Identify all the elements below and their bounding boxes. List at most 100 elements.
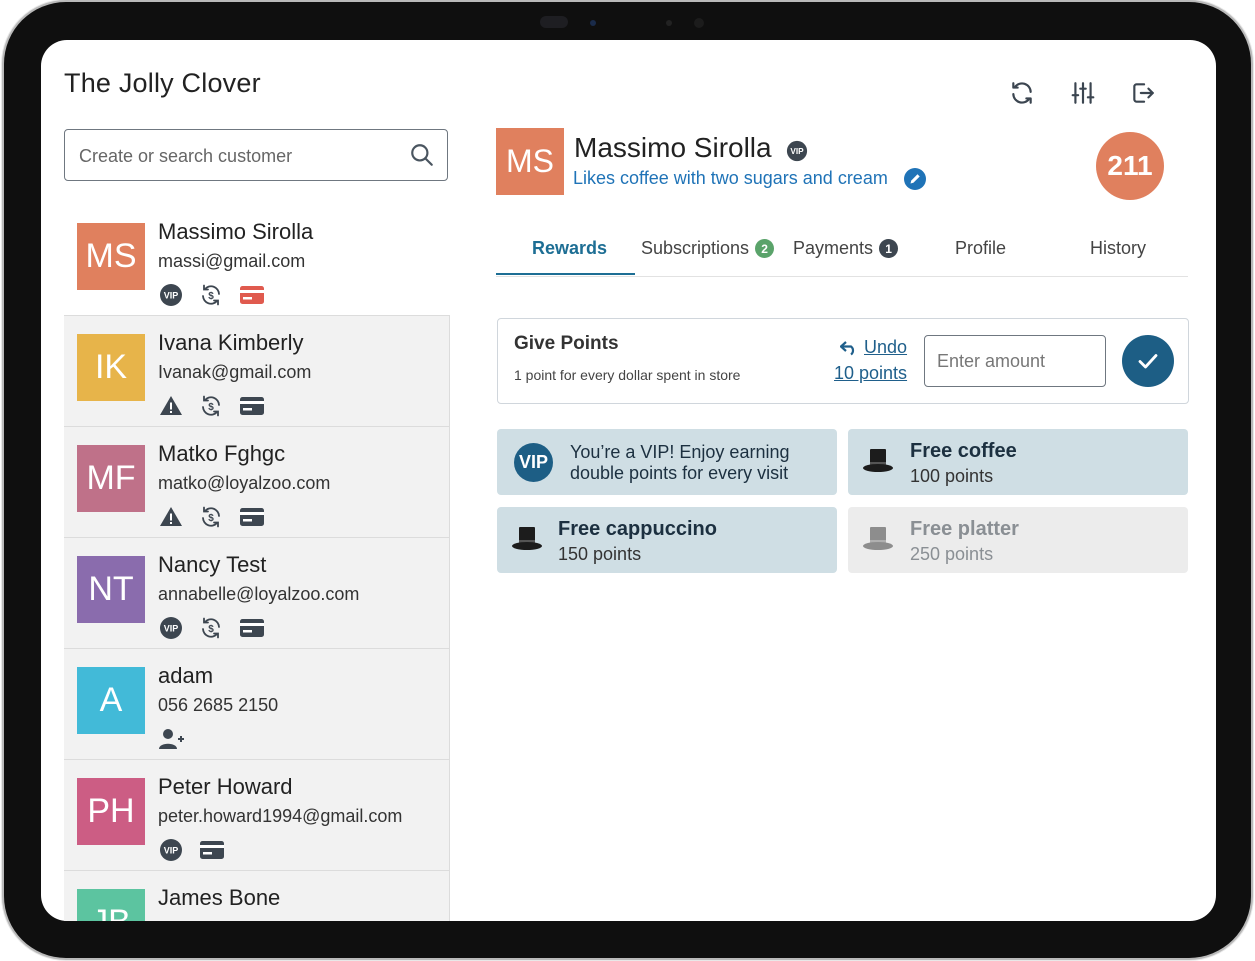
give-points-subtitle: 1 point for every dollar spent in store: [514, 367, 741, 383]
avatar: MF: [77, 445, 145, 512]
payment-card-warning-icon: [240, 286, 264, 304]
avatar: NT: [77, 556, 145, 623]
points-balance-badge: 211: [1096, 132, 1164, 200]
sliders-icon[interactable]: [1070, 80, 1096, 106]
warning-icon: [160, 396, 182, 415]
subscription-icon: $: [202, 284, 220, 306]
search-icon[interactable]: [409, 142, 435, 168]
avatar: A: [77, 667, 145, 734]
customer-tabs: Rewards Subscriptions 2 Payments 1 Profi…: [496, 228, 1188, 277]
customer-row[interactable]: PH Peter Howard peter.howard1994@gmail.c…: [64, 760, 450, 871]
customer-row[interactable]: MS Massimo Sirolla massi@gmail.com VIP $: [64, 205, 450, 316]
avatar: JB: [77, 889, 145, 921]
avatar: PH: [77, 778, 145, 845]
tab-history[interactable]: History: [1090, 228, 1146, 276]
avatar: MS: [77, 223, 145, 290]
logout-icon[interactable]: [1130, 80, 1156, 106]
selected-customer-name: Massimo Sirolla: [574, 132, 772, 163]
vip-message: You’re a VIP! Enjoy earning double point…: [570, 442, 790, 483]
selected-customer-avatar: MS: [496, 128, 564, 195]
svg-text:$: $: [208, 513, 214, 524]
svg-text:$: $: [208, 624, 214, 635]
give-points-title: Give Points: [514, 333, 619, 354]
reward-points: 250 points: [910, 544, 994, 564]
subscription-icon: $: [202, 395, 220, 417]
top-hat-icon: [863, 449, 893, 472]
top-hat-icon: [863, 527, 893, 550]
refresh-icon[interactable]: [1009, 80, 1035, 106]
customer-row[interactable]: MF Matko Fghgc matko@loyalzoo.com $: [64, 427, 450, 538]
tab-subscriptions[interactable]: Subscriptions 2: [641, 228, 775, 276]
customer-name: Massimo Sirolla: [158, 219, 314, 244]
ambient-sensor: [694, 18, 704, 28]
customer-name: Peter Howard: [158, 774, 293, 799]
vip-icon: VIP: [160, 839, 182, 861]
undo-link[interactable]: Undo: [840, 337, 907, 358]
vip-icon: VIP: [160, 617, 182, 639]
customer-name: James Bone: [158, 885, 281, 910]
payment-card-icon: [240, 619, 264, 637]
give-points-panel: Give Points 1 point for every dollar spe…: [497, 318, 1189, 404]
customer-contact: matko@loyalzoo.com: [158, 473, 331, 493]
add-user-icon: [159, 729, 184, 749]
customer-search[interactable]: [64, 129, 448, 182]
customer-name: Nancy Test: [158, 552, 267, 577]
customer-status-icons: $: [159, 393, 265, 419]
customer-name: Matko Fghgc: [158, 441, 286, 466]
camera-lens: [590, 20, 596, 26]
vip-message-card: VIP You’re a VIP! Enjoy earning double p…: [497, 429, 837, 495]
subscription-icon: $: [202, 506, 220, 528]
svg-text:$: $: [208, 291, 214, 302]
search-input[interactable]: [77, 130, 401, 182]
customer-contact: peter.howard1994@gmail.com: [158, 806, 403, 826]
app-title: The Jolly Clover: [64, 68, 261, 98]
tab-profile[interactable]: Profile: [955, 228, 1006, 276]
reward-points: 150 points: [558, 544, 642, 564]
vip-icon: VIP: [160, 284, 182, 306]
proximity-sensor: [666, 20, 672, 26]
top-hat-icon: [512, 527, 542, 550]
customer-row[interactable]: JB James Bone: [64, 871, 450, 921]
customer-contact: massi@gmail.com: [158, 251, 306, 271]
customer-row[interactable]: NT Nancy Test annabelle@loyalzoo.com VIP…: [64, 538, 450, 649]
svg-text:$: $: [208, 402, 214, 413]
tab-payments[interactable]: Payments 1: [793, 228, 899, 276]
svg-text:VIP: VIP: [164, 291, 179, 301]
svg-text:VIP: VIP: [164, 846, 179, 856]
tab-rewards[interactable]: Rewards: [532, 228, 607, 276]
confirm-points-button[interactable]: [1122, 335, 1174, 387]
customer-status-icons: VIP: [159, 837, 225, 863]
customer-row[interactable]: IK Ivana Kimberly Ivanak@gmail.com $: [64, 316, 450, 427]
svg-text:VIP: VIP: [164, 624, 179, 634]
customer-row[interactable]: A adam 056 2685 2150: [64, 649, 450, 760]
customer-status-icons: $: [159, 504, 265, 530]
undo-icon: [840, 340, 855, 355]
avatar: IK: [77, 334, 145, 401]
points-amount-input[interactable]: [924, 335, 1106, 387]
customer-name: Ivana Kimberly: [158, 330, 304, 355]
reward-card-free-cappuccino[interactable]: Free cappuccino 150 points: [497, 507, 837, 573]
customer-contact: 056 2685 2150: [158, 695, 279, 715]
customer-contact: Ivanak@gmail.com: [158, 362, 312, 382]
app-screen: The Jolly Clover MS Massimo Sirolla mass…: [41, 40, 1216, 921]
undo-amount-link[interactable]: 10 points: [834, 363, 907, 384]
customer-status-icons: VIP $: [159, 615, 265, 641]
customer-name: adam: [158, 663, 214, 688]
customer-note: Likes coffee with two sugars and cream: [573, 168, 888, 188]
edit-note-icon[interactable]: [903, 167, 927, 191]
active-tab-indicator: [496, 273, 635, 275]
subscription-icon: $: [202, 617, 220, 639]
check-icon: [1138, 354, 1158, 369]
reward-card-free-platter: Free platter 250 points: [848, 507, 1188, 573]
customer-status-icons: VIP $: [159, 282, 265, 308]
customer-status-icons: [159, 726, 185, 752]
subscriptions-count-badge: 2: [755, 239, 775, 258]
reward-card-free-coffee[interactable]: Free coffee 100 points: [848, 429, 1188, 495]
svg-text:VIP: VIP: [790, 147, 804, 156]
customer-contact: annabelle@loyalzoo.com: [158, 584, 360, 604]
camera-sensor: [540, 16, 568, 28]
warning-icon: [160, 507, 182, 526]
reward-points: 100 points: [910, 466, 994, 486]
payments-count-badge: 1: [879, 239, 899, 258]
reward-name: Free coffee: [910, 440, 1017, 462]
